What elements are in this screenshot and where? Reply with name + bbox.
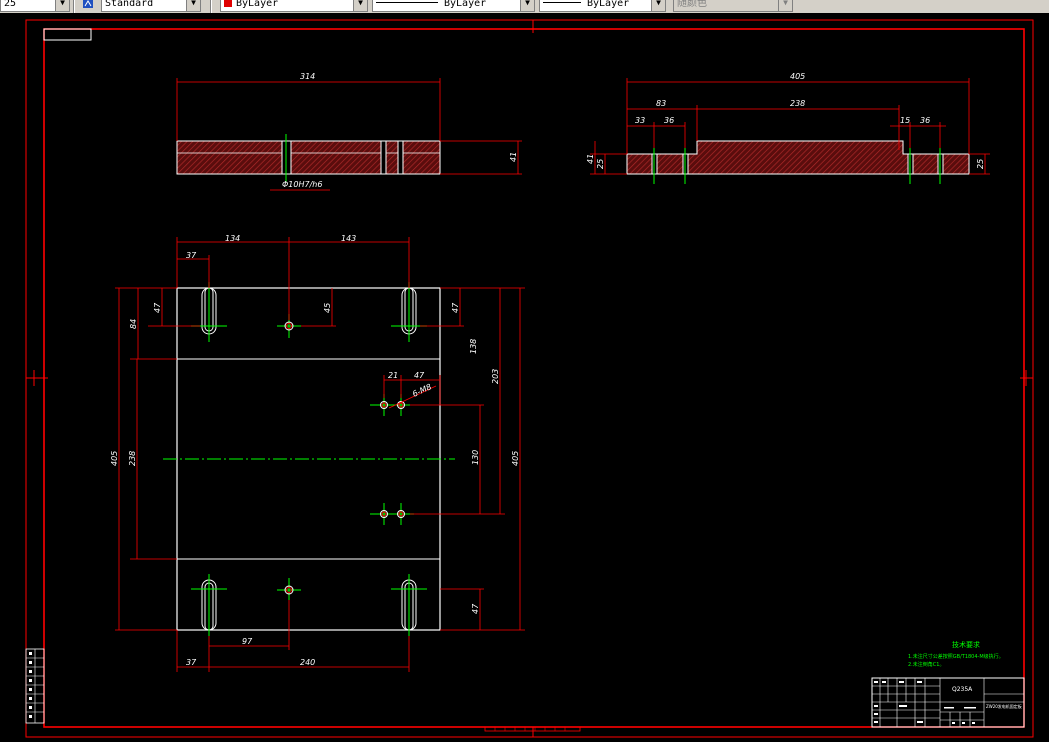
chevron-down-icon[interactable]: ▼ [651, 0, 665, 11]
dim-25-left: 25 [596, 159, 605, 169]
dim-83: 83 [656, 99, 666, 108]
linetype-value: ByLayer [444, 0, 487, 9]
dim-405-right-view: 405 [790, 72, 805, 81]
notes-line-2: 2.未注倒角C1。 [908, 661, 944, 668]
layer-value: ByLayer [236, 0, 279, 9]
dim-47-mid: 47 [414, 371, 425, 380]
drawing-canvas[interactable]: 314 41 Φ10H7/h6 405 83 238 33 36 15 36 4… [0, 13, 1049, 742]
dim-130: 130 [471, 450, 480, 465]
dim-41-right-view: 41 [586, 154, 595, 164]
plot-style-value: 随颜色 [677, 0, 707, 9]
linetype-dropdown[interactable]: ByLayer ▼ [372, 0, 535, 12]
threaded-holes [277, 314, 414, 600]
dim-134: 134 [225, 234, 240, 243]
text-style-icon[interactable] [82, 0, 94, 10]
scale-value: 25 [4, 0, 17, 9]
dim-15: 15 [900, 116, 910, 125]
dim-405-right: 405 [511, 451, 520, 466]
chevron-down-icon[interactable]: ▼ [186, 0, 200, 11]
dim-45: 45 [323, 303, 332, 313]
dim-36-left: 36 [664, 116, 674, 125]
hole-callout: 6-M8 [411, 382, 433, 399]
dim-138: 138 [469, 339, 478, 354]
dim-25-right: 25 [976, 159, 985, 169]
lineweight-sample-icon [543, 2, 581, 3]
right-view: 405 83 238 33 36 15 36 41 25 25 [586, 72, 990, 184]
top-view: 314 41 Φ10H7/h6 [176, 72, 522, 191]
text-style-value: Standard [105, 0, 154, 9]
layer-color-dropdown[interactable]: ByLayer ▼ [220, 0, 368, 12]
dim-33: 33 [635, 116, 645, 125]
dim-41-top: 41 [509, 152, 518, 162]
dim-37-bottom: 37 [186, 658, 197, 667]
dim-238-right-view: 238 [790, 99, 805, 108]
chevron-down-icon[interactable]: ▼ [520, 0, 534, 11]
revision-strip [25, 648, 45, 724]
properties-toolbar: 25 ▼ Standard ▼ ByLayer ▼ ByLayer ▼ ByLa… [0, 0, 1049, 13]
dim-37-top: 37 [186, 251, 197, 260]
toolbar-separator [210, 0, 212, 13]
dim-405-left: 405 [110, 451, 119, 466]
dim-97: 97 [242, 637, 253, 646]
linetype-sample-icon [376, 2, 438, 3]
lineweight-value: ByLayer [587, 0, 630, 9]
plot-style-dropdown[interactable]: 随颜色 ▼ [673, 0, 793, 12]
color-swatch-icon [224, 0, 232, 7]
dim-314: 314 [300, 72, 315, 81]
drawing-number-box [43, 28, 92, 41]
technical-notes: 技术要求 1.未注尺寸公差按照GB/T1804-M级执行。 2.未注倒角C1。 [908, 640, 1004, 668]
chevron-down-icon[interactable]: ▼ [353, 0, 367, 11]
dim-240: 240 [300, 658, 315, 667]
notes-heading: 技术要求 [952, 640, 980, 649]
text-style-dropdown[interactable]: Standard ▼ [101, 0, 201, 12]
dim-47-left: 47 [153, 302, 162, 313]
title-drawing-name: ZW20发电机固定板 [986, 703, 1022, 709]
chevron-down-icon[interactable]: ▼ [55, 0, 69, 11]
dim-238-plan: 238 [128, 451, 137, 466]
notes-line-1: 1.未注尺寸公差按照GB/T1804-M级执行。 [908, 653, 1004, 660]
dim-21: 21 [388, 371, 398, 380]
title-block: Q235A ZW20发电机固定板 [871, 677, 1025, 728]
dim-36-right: 36 [920, 116, 930, 125]
dim-hole-fit: Φ10H7/h6 [282, 180, 322, 189]
dim-47-right: 47 [451, 302, 460, 313]
dim-203: 203 [491, 369, 500, 384]
dim-84: 84 [129, 319, 138, 329]
right-view-section [626, 140, 970, 175]
scale-dropdown[interactable]: 25 ▼ [0, 0, 70, 12]
chevron-down-icon[interactable]: ▼ [778, 0, 792, 11]
dim-47-bottom: 47 [471, 603, 480, 614]
toolbar-separator [73, 0, 75, 13]
dim-143: 143 [341, 234, 356, 243]
inner-frame [43, 28, 1025, 728]
lineweight-dropdown[interactable]: ByLayer ▼ [539, 0, 666, 12]
plan-view: 134 143 37 47 84 45 47 138 203 405 21 47… [110, 234, 525, 672]
title-material: Q235A [952, 686, 973, 693]
